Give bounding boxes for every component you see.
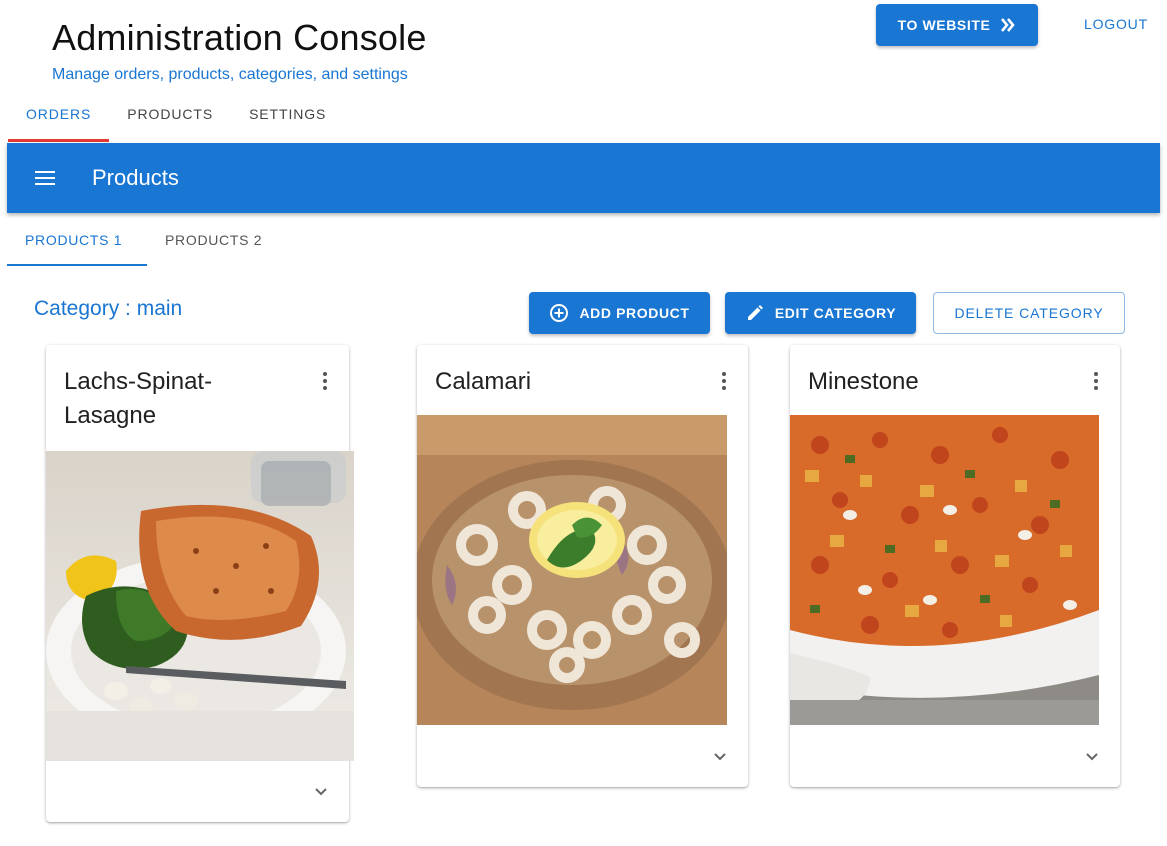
double-chevron-right-icon	[1001, 18, 1016, 32]
expand-chevron-icon[interactable]	[1080, 745, 1104, 769]
menu-icon[interactable]	[35, 166, 59, 190]
tab-products[interactable]: PRODUCTS	[109, 96, 231, 142]
category-label: Category : main	[34, 297, 183, 320]
expand-chevron-icon[interactable]	[309, 780, 333, 804]
tab-orders[interactable]: ORDERS	[8, 96, 110, 142]
more-vert-icon[interactable]	[313, 369, 337, 393]
product-image	[790, 415, 1099, 725]
more-vert-icon[interactable]	[712, 369, 736, 393]
tab-settings[interactable]: SETTINGS	[231, 96, 344, 142]
product-title: Lachs-Spinat-Lasagne	[64, 368, 213, 429]
tab-products-2[interactable]: PRODUCTS 2	[147, 216, 280, 266]
product-sub-tabs: PRODUCTS 1 PRODUCTS 2	[7, 216, 280, 266]
tab-products-1[interactable]: PRODUCTS 1	[7, 216, 147, 266]
product-title: Minestone	[808, 368, 919, 395]
add-circle-icon	[550, 304, 569, 322]
logout-button[interactable]: LOGOUT	[1068, 4, 1164, 44]
to-website-button[interactable]: TO WEBSITE	[876, 4, 1038, 46]
main-tabs: ORDERS PRODUCTS SETTINGS	[8, 96, 344, 142]
product-image	[46, 451, 354, 761]
edit-category-label: EDIT CATEGORY	[774, 305, 897, 321]
app-title: Administration Console	[52, 17, 427, 58]
to-website-label: TO WEBSITE	[897, 17, 991, 33]
product-title: Calamari	[435, 368, 532, 395]
more-vert-icon[interactable]	[1084, 369, 1108, 393]
products-toolbar: Products	[7, 143, 1160, 213]
delete-category-button[interactable]: DELETE CATEGORY	[933, 292, 1125, 334]
pencil-icon	[747, 305, 763, 320]
product-card: Calamari	[417, 345, 748, 787]
product-image	[417, 415, 727, 725]
add-product-label: ADD PRODUCT	[579, 305, 690, 321]
product-card: Lachs-Spinat-Lasagne	[46, 345, 354, 822]
expand-chevron-icon[interactable]	[708, 745, 732, 769]
add-product-button[interactable]: ADD PRODUCT	[529, 292, 710, 334]
toolbar-title: Products	[92, 165, 179, 190]
product-card: Minestone	[790, 345, 1120, 787]
app-subtitle: Manage orders, products, categories, and…	[52, 66, 408, 83]
edit-category-button[interactable]: EDIT CATEGORY	[725, 292, 916, 334]
